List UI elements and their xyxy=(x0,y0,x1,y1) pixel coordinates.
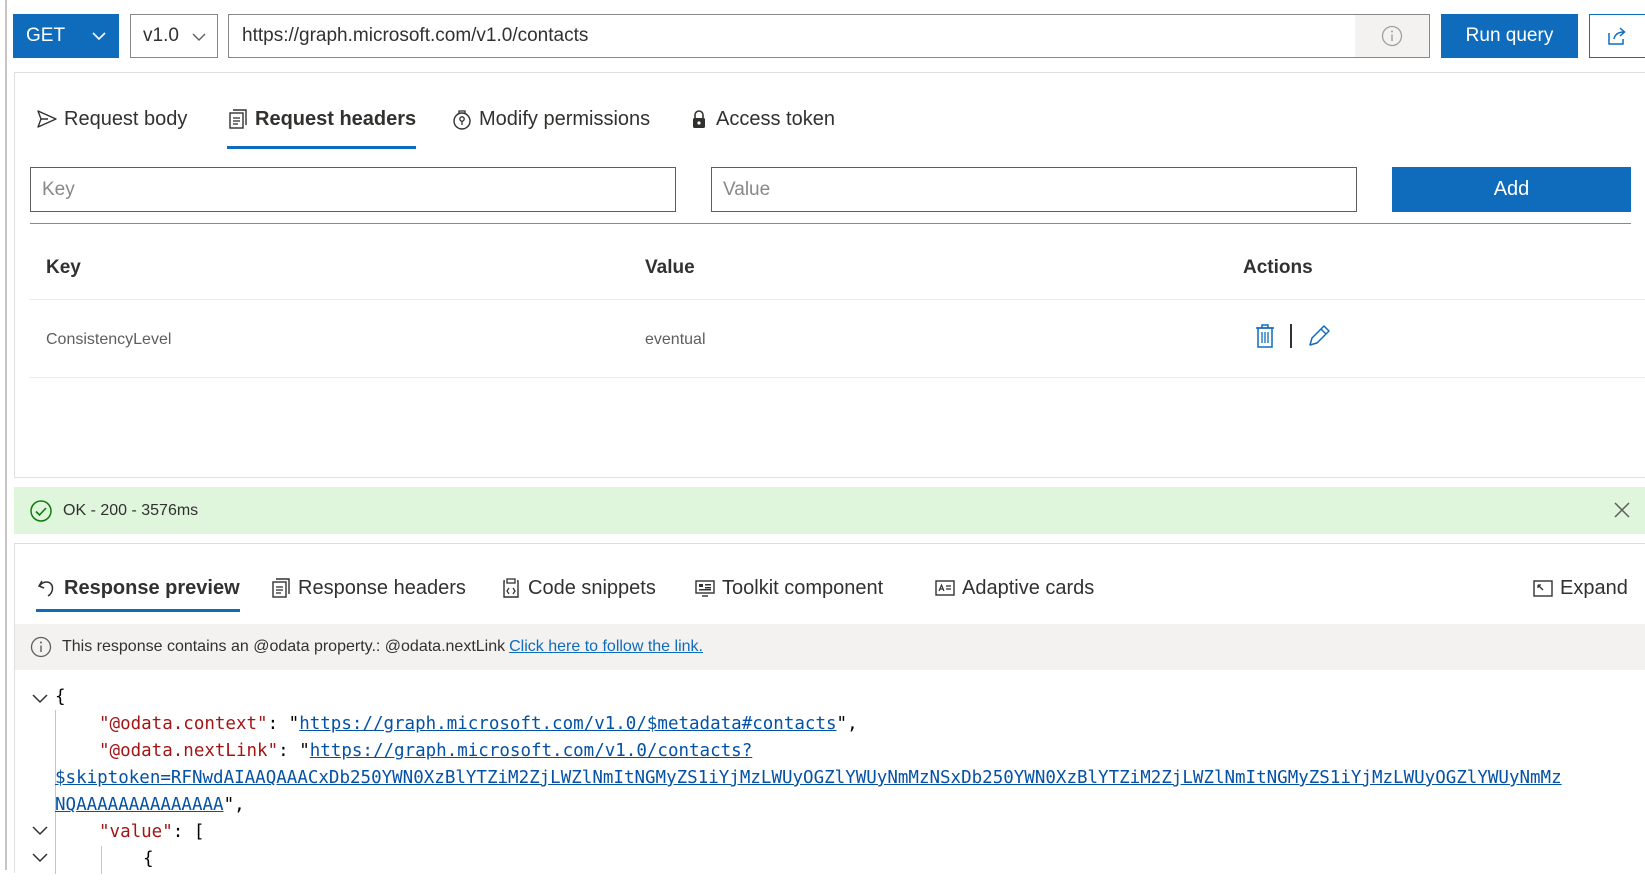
json-line-nextlink: "@odata.nextLink": "https://graph.micros… xyxy=(99,741,753,761)
json-link-nextlink-cont[interactable]: $skiptoken=RFNwdAIAAQAAACxDb250YWN0XzBlY… xyxy=(55,765,1562,792)
toolkit-icon xyxy=(695,580,715,597)
column-header-actions: Actions xyxy=(1243,257,1313,278)
request-panel: Request body Request headers Modify perm… xyxy=(14,72,1645,478)
header-value-input[interactable] xyxy=(711,167,1357,212)
tab-label: Access token xyxy=(716,107,835,130)
tab-adaptive-cards[interactable]: Adaptive cards xyxy=(934,570,1094,606)
url-info-button[interactable] xyxy=(1355,15,1429,57)
http-method-label: GET xyxy=(26,25,66,46)
json-line-context: "@odata.context": "https://graph.microso… xyxy=(99,714,858,734)
version-label: v1.0 xyxy=(143,25,179,46)
notice-text: This response contains an @odata propert… xyxy=(62,638,506,655)
delete-icon[interactable] xyxy=(1254,323,1276,349)
column-header-value: Value xyxy=(645,257,695,278)
expand-button[interactable]: Expand xyxy=(1532,570,1628,606)
token-lock-icon xyxy=(693,110,705,128)
actions-separator xyxy=(1290,324,1292,348)
header-row-actions xyxy=(1254,321,1332,351)
odata-notice-bar: This response contains an @odata propert… xyxy=(15,624,1645,670)
expand-label: Expand xyxy=(1560,576,1628,599)
chevron-down-icon[interactable] xyxy=(31,690,49,708)
json-link-context[interactable]: https://graph.microsoft.com/v1.0/$metada… xyxy=(299,714,836,734)
json-line-nextlink-end: NQAAAAAAAAAAAAAA", xyxy=(55,795,245,815)
tab-label: Modify permissions xyxy=(479,107,651,130)
version-dropdown[interactable]: v1.0 xyxy=(130,14,218,58)
divider xyxy=(30,223,1631,224)
edit-pencil-icon[interactable] xyxy=(1306,323,1332,349)
header-row-value: eventual xyxy=(645,331,706,348)
undo-arrow-icon xyxy=(37,580,54,597)
json-line-value: "value": [ xyxy=(99,822,205,842)
http-method-dropdown[interactable]: GET xyxy=(13,14,119,58)
follow-link[interactable]: Click here to follow the link. xyxy=(509,638,703,656)
expand-icon xyxy=(1533,580,1553,597)
response-panel: Response preview Response headers Code s… xyxy=(14,543,1645,874)
json-open-brace: { xyxy=(55,687,66,707)
json-key: "@odata.context" xyxy=(99,714,268,734)
tab-label: Adaptive cards xyxy=(962,576,1095,599)
query-bar: GET v1.0 https://graph.microsoft.com/v1.… xyxy=(0,0,1645,68)
left-border xyxy=(5,0,7,870)
column-header-key: Key xyxy=(46,257,81,278)
tab-response-headers[interactable]: Response headers xyxy=(270,570,466,606)
share-icon xyxy=(1608,27,1626,45)
permissions-icon xyxy=(453,110,471,130)
tab-label: Toolkit component xyxy=(722,576,884,599)
json-open-bracket: [ xyxy=(193,822,205,842)
header-key-input[interactable] xyxy=(30,167,676,212)
divider xyxy=(30,377,1645,378)
tab-request-body[interactable]: Request body xyxy=(36,99,187,139)
share-button[interactable] xyxy=(1589,14,1645,58)
json-key: "value" xyxy=(99,822,173,842)
json-item-open-brace: { xyxy=(143,849,154,869)
success-check-icon xyxy=(30,499,52,522)
tab-label: Response preview xyxy=(64,576,240,599)
url-input[interactable]: https://graph.microsoft.com/v1.0/contact… xyxy=(228,14,1430,58)
code-snippet-icon xyxy=(503,578,519,598)
header-row-key: ConsistencyLevel xyxy=(46,331,172,348)
tab-access-token[interactable]: Access token xyxy=(688,99,835,139)
json-response-viewer: { "@odata.context": "https://graph.micro… xyxy=(15,676,1645,874)
tab-modify-permissions[interactable]: Modify permissions xyxy=(451,99,650,139)
chevron-down-icon[interactable] xyxy=(31,822,49,840)
chevron-down-icon xyxy=(92,32,106,41)
headers-icon xyxy=(272,578,290,598)
tab-request-headers[interactable]: Request headers xyxy=(227,99,417,149)
headers-icon xyxy=(229,109,247,129)
chevron-down-icon[interactable] xyxy=(31,849,49,867)
tab-label: Code snippets xyxy=(528,576,656,599)
run-query-button[interactable]: Run query xyxy=(1441,14,1578,58)
tab-toolkit-component[interactable]: Toolkit component xyxy=(694,570,883,606)
info-icon xyxy=(30,636,52,658)
url-text: https://graph.microsoft.com/v1.0/contact… xyxy=(242,25,589,46)
send-icon xyxy=(37,110,57,128)
tab-response-preview[interactable]: Response preview xyxy=(36,570,240,612)
tab-label: Request headers xyxy=(255,107,417,130)
json-link-nextlink[interactable]: https://graph.microsoft.com/v1.0/contact… xyxy=(310,741,753,761)
status-bar: OK - 200 - 3576ms xyxy=(14,487,1645,534)
tab-label: Request body xyxy=(64,107,188,130)
adaptive-card-icon xyxy=(935,580,955,596)
add-header-button[interactable]: Add xyxy=(1392,167,1631,212)
json-key: "@odata.nextLink" xyxy=(99,741,279,761)
indent-guide xyxy=(101,846,102,874)
json-link-nextlink-end[interactable]: NQAAAAAAAAAAAAAA xyxy=(55,795,224,815)
divider xyxy=(30,299,1645,300)
tab-code-snippets[interactable]: Code snippets xyxy=(500,570,656,606)
chevron-down-icon xyxy=(192,33,206,41)
close-icon[interactable] xyxy=(1613,501,1631,519)
tab-label: Response headers xyxy=(298,576,466,599)
info-icon xyxy=(1381,25,1403,47)
status-text: OK - 200 - 3576ms xyxy=(63,501,199,519)
